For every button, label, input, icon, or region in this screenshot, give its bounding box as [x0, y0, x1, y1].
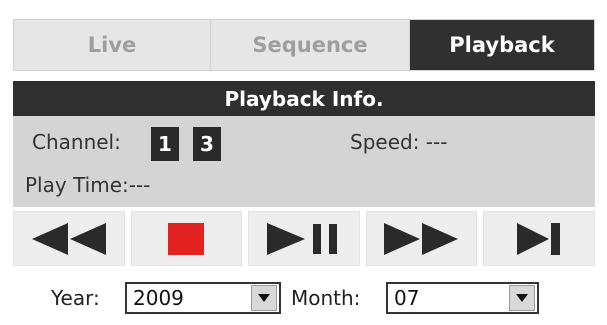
fast-forward-button[interactable] [365, 211, 478, 266]
month-value: 07 [394, 286, 420, 310]
chevron-down-icon[interactable] [509, 285, 535, 311]
mode-tabs: Live Sequence Playback [13, 19, 595, 71]
playtime-readout: Play Time:--- [25, 173, 150, 197]
skip-end-button[interactable] [483, 211, 595, 266]
playback-info-panel: Playback Info. Channel: 1 3 Speed: --- P… [13, 81, 595, 207]
rewind-button[interactable] [13, 211, 125, 266]
playback-info-header: Playback Info. [13, 81, 595, 116]
tab-playback[interactable]: Playback [410, 20, 594, 70]
playback-controls [13, 211, 595, 266]
tab-sequence[interactable]: Sequence [211, 20, 410, 70]
skip-end-icon [517, 222, 561, 255]
chevron-down-icon[interactable] [251, 285, 277, 311]
stop-icon [168, 222, 205, 255]
tab-live[interactable]: Live [14, 20, 211, 70]
speed-value: --- [425, 130, 448, 154]
month-select[interactable]: 07 [386, 282, 539, 314]
date-selectors: Year: 2009 Month: 07 [0, 281, 607, 317]
channel-speed-row: Channel: 1 3 Speed: --- [13, 127, 595, 163]
month-label: Month: [291, 286, 361, 310]
year-select[interactable]: 2009 [125, 282, 281, 314]
playtime-value: --- [128, 173, 151, 197]
rewind-icon [31, 222, 106, 255]
play-pause-icon [266, 222, 337, 255]
play-pause-button[interactable] [248, 211, 360, 266]
channel-label: Channel: [32, 130, 121, 154]
speed-label: Speed: [350, 130, 420, 154]
year-value: 2009 [133, 286, 184, 310]
channel-3-button[interactable]: 3 [193, 127, 221, 161]
channel-1-button[interactable]: 1 [151, 127, 179, 161]
fast-forward-icon [383, 222, 458, 255]
speed-readout: Speed: --- [350, 130, 447, 154]
playtime-label: Play Time: [25, 173, 129, 197]
year-label: Year: [51, 286, 100, 310]
stop-button[interactable] [130, 211, 243, 266]
